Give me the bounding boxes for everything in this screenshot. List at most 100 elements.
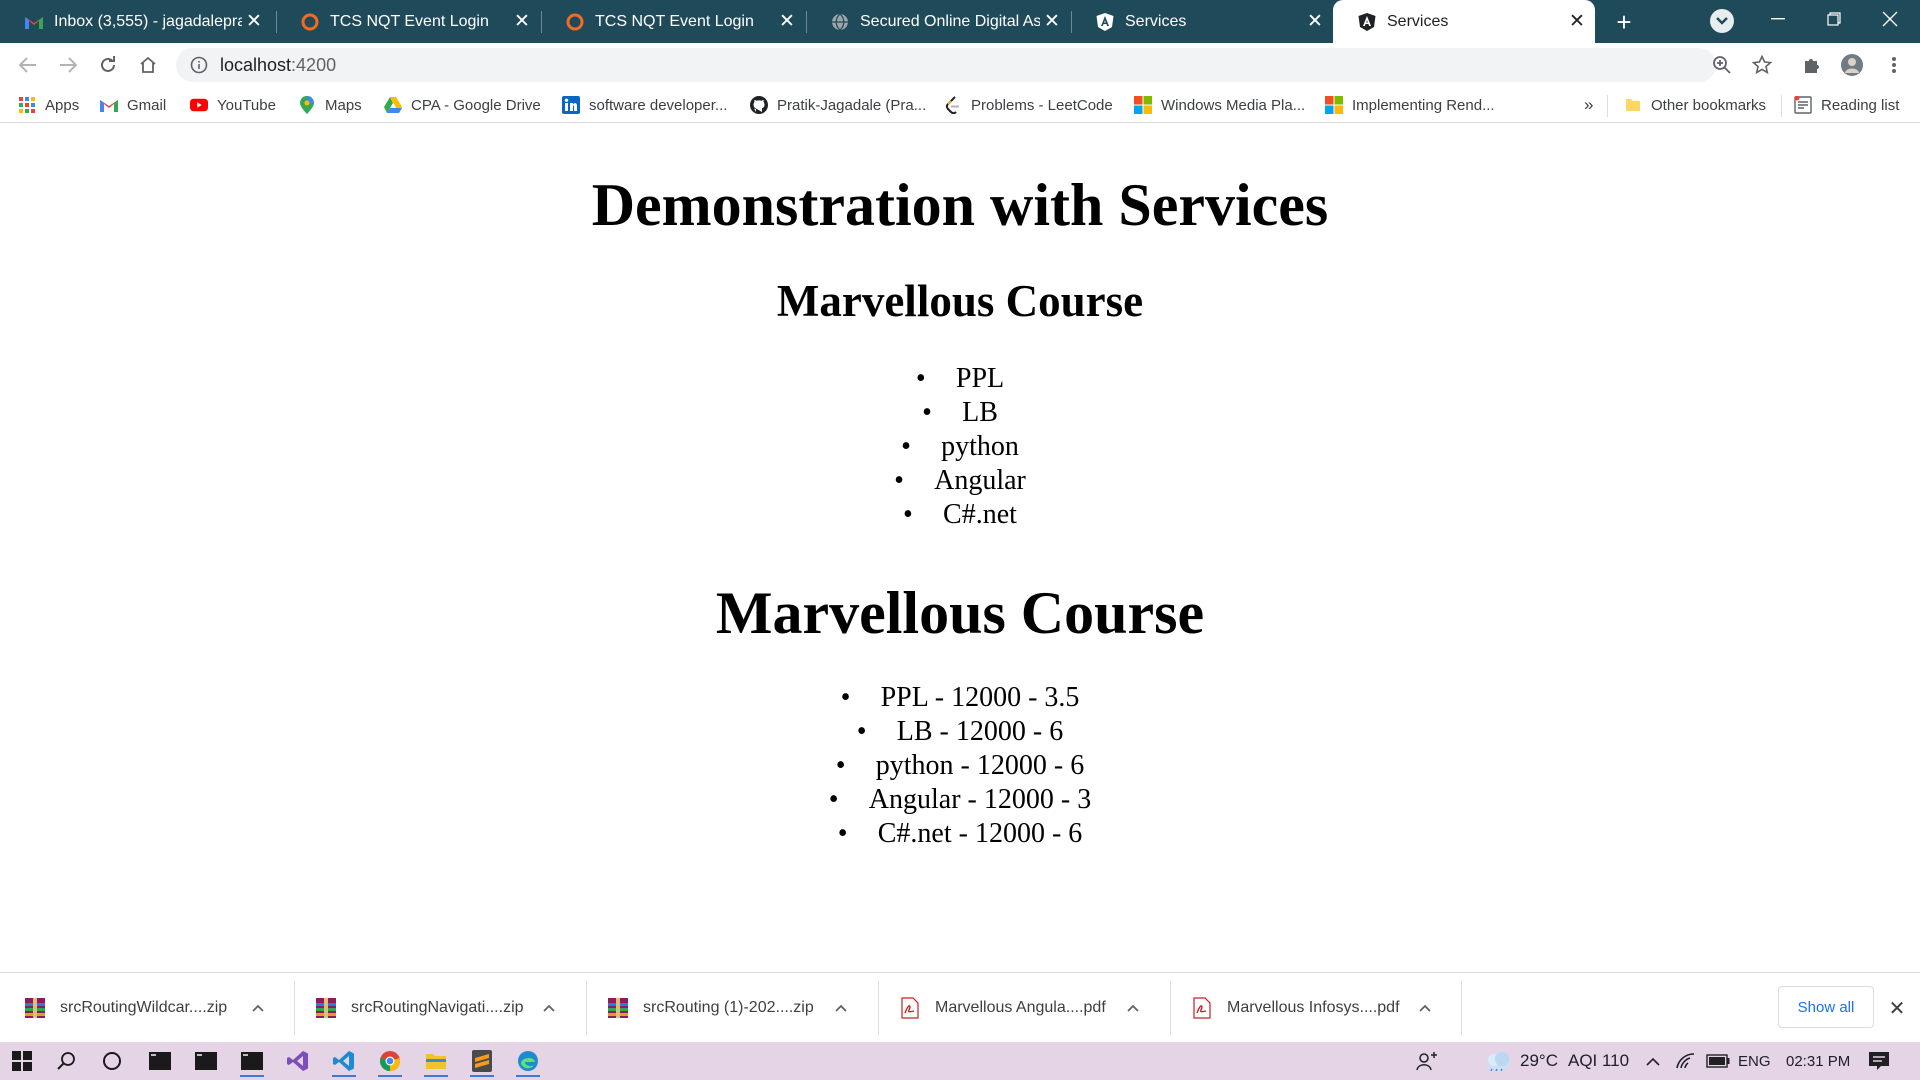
bookmark-leetcode[interactable]: Problems - LeetCode bbox=[944, 87, 1113, 123]
chevron-up-icon[interactable] bbox=[246, 996, 270, 1020]
tab-title: Inbox (3,555) - jagadaleprati bbox=[54, 12, 242, 30]
course-name: LB bbox=[922, 396, 998, 430]
bookmarks-bar: Apps Gmail YouTube Maps CPA - Google Dri… bbox=[0, 87, 1920, 123]
file-explorer-icon[interactable] bbox=[416, 1045, 456, 1077]
show-all-downloads-button[interactable]: Show all bbox=[1778, 986, 1874, 1028]
vscode-icon[interactable] bbox=[324, 1045, 364, 1077]
tab-title: TCS NQT Event Login bbox=[595, 12, 754, 30]
bookmarks-overflow-chevron[interactable]: » bbox=[1584, 87, 1593, 123]
reading-list-button[interactable]: Reading list bbox=[1794, 87, 1899, 123]
back-arrow-icon[interactable] bbox=[12, 49, 44, 81]
people-icon[interactable] bbox=[1416, 1042, 1438, 1080]
terminal-icon[interactable] bbox=[140, 1045, 180, 1077]
wifi-icon[interactable] bbox=[1676, 1042, 1696, 1080]
edge-icon[interactable] bbox=[508, 1045, 548, 1077]
action-center-notification-icon[interactable] bbox=[1868, 1042, 1890, 1080]
site-info-icon[interactable] bbox=[190, 56, 208, 74]
minimize-window-icon[interactable] bbox=[1758, 4, 1798, 34]
close-tab-icon[interactable]: ✕ bbox=[1040, 10, 1064, 34]
download-item[interactable]: srcRouting (1)-202....zip bbox=[583, 973, 873, 1043]
course-detail: LB - 12000 - 6 bbox=[857, 715, 1064, 749]
show-hidden-icons-chevron[interactable] bbox=[1646, 1042, 1660, 1080]
download-item[interactable]: srcRoutingNavigati....zip bbox=[291, 973, 581, 1043]
gmail-icon bbox=[100, 96, 118, 114]
browser-tab-strip: Inbox (3,555) - jagadaleprati ✕ TCS NQT … bbox=[0, 0, 1920, 43]
search-icon[interactable] bbox=[47, 1045, 87, 1077]
bookmark-label: Gmail bbox=[127, 96, 167, 114]
chevron-up-icon[interactable] bbox=[537, 996, 561, 1020]
profile-avatar[interactable] bbox=[1836, 49, 1868, 81]
zip-archive-icon bbox=[608, 998, 628, 1018]
zoom-icon[interactable] bbox=[1706, 49, 1738, 81]
bookmark-software-developer[interactable]: software developer... bbox=[562, 87, 727, 123]
chevron-up-icon[interactable] bbox=[829, 996, 853, 1020]
bookmark-maps[interactable]: Maps bbox=[298, 87, 362, 123]
restore-window-icon[interactable] bbox=[1814, 4, 1854, 34]
battery-icon[interactable] bbox=[1706, 1042, 1730, 1080]
page-content: Demonstration with Services Marvellous C… bbox=[0, 124, 1920, 972]
system-clock[interactable]: 02:31 PM bbox=[1786, 1042, 1850, 1080]
bookmark-apps[interactable]: Apps bbox=[18, 87, 79, 123]
close-window-icon[interactable] bbox=[1870, 4, 1910, 34]
tab-search-chevron-icon[interactable] bbox=[1710, 9, 1734, 33]
list-item: LB - 12000 - 6 bbox=[0, 715, 1920, 749]
weather-widget[interactable]: 29°C AQI 110 bbox=[1484, 1042, 1629, 1080]
bookmark-label: CPA - Google Drive bbox=[411, 96, 541, 114]
bookmark-label: Other bookmarks bbox=[1651, 96, 1767, 114]
close-tab-icon[interactable]: ✕ bbox=[1565, 10, 1589, 34]
browser-menu-icon[interactable] bbox=[1878, 49, 1910, 81]
chevron-up-icon[interactable] bbox=[1413, 996, 1437, 1020]
bookmark-label: Pratik-Jagadale (Pra... bbox=[777, 96, 927, 114]
weather-cloud-icon bbox=[1486, 1052, 1510, 1071]
tab-services-active[interactable]: Services ✕ bbox=[1333, 0, 1595, 43]
tab-tcs-nqt-2[interactable]: TCS NQT Event Login ✕ bbox=[541, 0, 805, 43]
close-tab-icon[interactable]: ✕ bbox=[242, 10, 266, 34]
list-item: PPL - 12000 - 3.5 bbox=[0, 681, 1920, 715]
youtube-icon bbox=[190, 96, 208, 114]
home-icon[interactable] bbox=[132, 49, 164, 81]
section1-title: Marvellous Course bbox=[776, 276, 1144, 326]
microsoft-icon bbox=[1134, 96, 1152, 114]
download-item[interactable]: srcRoutingWildcar....zip bbox=[0, 973, 290, 1043]
windows-start-icon[interactable] bbox=[2, 1045, 42, 1077]
bookmark-github-pratik[interactable]: Pratik-Jagadale (Pra... bbox=[750, 87, 926, 123]
tab-title: Secured Online Digital Asse bbox=[860, 12, 1040, 30]
terminal-icon[interactable] bbox=[186, 1045, 226, 1077]
course-detail-list: PPL - 12000 - 3.5 LB - 12000 - 6 python … bbox=[0, 681, 1920, 851]
address-bar[interactable]: localhost:4200 bbox=[176, 48, 1716, 82]
close-tab-icon[interactable]: ✕ bbox=[1303, 10, 1327, 34]
bookmark-cpa-google-drive[interactable]: CPA - Google Drive bbox=[384, 87, 541, 123]
input-language[interactable]: ENG bbox=[1738, 1042, 1771, 1080]
sublime-text-icon[interactable] bbox=[462, 1045, 502, 1077]
bookmark-implementing-rend[interactable]: Implementing Rend... bbox=[1325, 87, 1495, 123]
tab-tcs-nqt-1[interactable]: TCS NQT Event Login ✕ bbox=[276, 0, 540, 43]
bookmark-other-bookmarks[interactable]: Other bookmarks bbox=[1624, 87, 1766, 123]
chrome-icon[interactable] bbox=[370, 1045, 410, 1077]
bookmark-star-icon[interactable] bbox=[1746, 49, 1778, 81]
tab-gmail-inbox[interactable]: Inbox (3,555) - jagadaleprati ✕ bbox=[0, 0, 272, 43]
download-item[interactable]: Marvellous Infosys....pdf bbox=[1167, 973, 1457, 1043]
globe-icon bbox=[830, 12, 850, 32]
bookmark-gmail[interactable]: Gmail bbox=[100, 87, 166, 123]
angular-icon bbox=[1095, 12, 1115, 32]
visual-studio-icon[interactable] bbox=[278, 1045, 318, 1077]
reload-icon[interactable] bbox=[92, 49, 124, 81]
bookmark-youtube[interactable]: YouTube bbox=[190, 87, 276, 123]
close-tab-icon[interactable]: ✕ bbox=[775, 10, 799, 34]
bookmarks-divider bbox=[1607, 95, 1608, 117]
list-item: Angular - 12000 - 3 bbox=[0, 783, 1920, 817]
microsoft-icon bbox=[1325, 96, 1343, 114]
forward-arrow-icon[interactable] bbox=[52, 49, 84, 81]
bookmark-windows-media-player[interactable]: Windows Media Pla... bbox=[1134, 87, 1305, 123]
close-downloads-bar-icon[interactable]: ✕ bbox=[1884, 995, 1910, 1021]
terminal-icon[interactable] bbox=[232, 1045, 272, 1077]
new-tab-plus-icon[interactable]: + bbox=[1610, 7, 1638, 37]
download-item[interactable]: Marvellous Angula....pdf bbox=[875, 973, 1165, 1043]
close-tab-icon[interactable]: ✕ bbox=[510, 10, 534, 34]
extensions-puzzle-icon[interactable] bbox=[1796, 49, 1828, 81]
tab-services-1[interactable]: Services ✕ bbox=[1071, 0, 1333, 43]
cortana-circle-icon[interactable] bbox=[92, 1045, 132, 1077]
chevron-up-icon[interactable] bbox=[1121, 996, 1145, 1020]
tab-secured-online[interactable]: Secured Online Digital Asse ✕ bbox=[806, 0, 1070, 43]
google-drive-icon bbox=[384, 96, 402, 114]
